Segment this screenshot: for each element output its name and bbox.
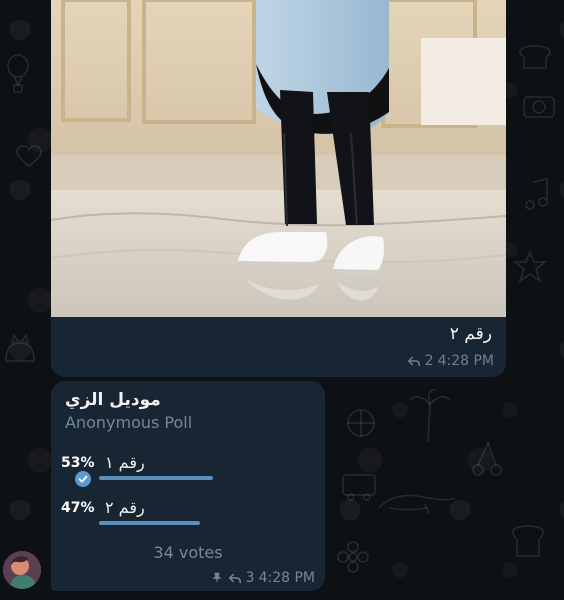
outfit-photo-illustration <box>51 0 506 317</box>
cherry-doodle-icon <box>472 441 502 476</box>
poll-option-2-label: رقم ٢ <box>105 498 145 517</box>
flower-doodle-icon <box>337 541 369 573</box>
poll-vote-count[interactable]: 34 votes <box>51 543 325 563</box>
reply-icon <box>407 356 420 367</box>
poll-option-1-bar <box>99 476 314 480</box>
star-doodle-icon <box>513 250 547 284</box>
bread-doodle-icon <box>519 45 551 69</box>
ball-doodle-icon <box>347 409 375 437</box>
outfit-photo[interactable] <box>51 0 506 317</box>
camera-doodle-icon <box>523 96 555 118</box>
crocodile-doodle-icon <box>378 494 456 515</box>
poll-option-1[interactable]: 53% رقم ١ <box>61 453 319 488</box>
pin-icon <box>212 572 222 584</box>
balloon-doodle-icon <box>7 54 29 93</box>
cat-doodle-icon <box>5 333 35 362</box>
poll-message-bubble[interactable]: موديل الزي Anonymous Poll 53% رقم ١ 47% … <box>51 381 325 591</box>
poll-option-1-bar-fill <box>99 476 213 480</box>
heart-doodle-icon <box>16 145 42 168</box>
poll-message-meta: 3 4:28 PM <box>210 569 315 587</box>
avatar-image <box>3 551 41 589</box>
poll-question: موديل الزي <box>65 390 161 410</box>
photo-message-meta: 2 4:28 PM <box>407 352 494 370</box>
reply-icon <box>228 573 241 584</box>
poll-option-2[interactable]: 47% رقم ٢ <box>61 498 319 533</box>
photo-forward-count: 2 <box>424 353 434 369</box>
photo-time: 4:28 PM <box>437 353 494 369</box>
poll-type-label: Anonymous Poll <box>65 413 193 432</box>
bus-doodle-icon <box>342 474 376 501</box>
poll-forward-count: 3 <box>245 570 255 586</box>
photo-message-bubble[interactable]: رقم ٢ 2 4:28 PM <box>51 0 506 377</box>
poll-option-2-bar-fill <box>99 521 201 525</box>
poll-option-1-percent: 53% <box>61 455 95 471</box>
poll-option-2-percent: 47% <box>61 500 95 516</box>
toast-doodle-icon <box>512 525 544 557</box>
photo-caption: رقم ٢ <box>449 324 492 344</box>
palm-tree-doodle-icon <box>409 388 451 443</box>
poll-option-1-label: رقم ١ <box>105 453 145 472</box>
poll-option-2-bar <box>99 521 314 525</box>
selected-vote-check-icon <box>75 471 91 487</box>
check-icon <box>78 475 88 483</box>
music-note-doodle-icon <box>525 178 548 210</box>
poll-time: 4:28 PM <box>258 570 315 586</box>
sender-avatar[interactable] <box>3 551 41 589</box>
